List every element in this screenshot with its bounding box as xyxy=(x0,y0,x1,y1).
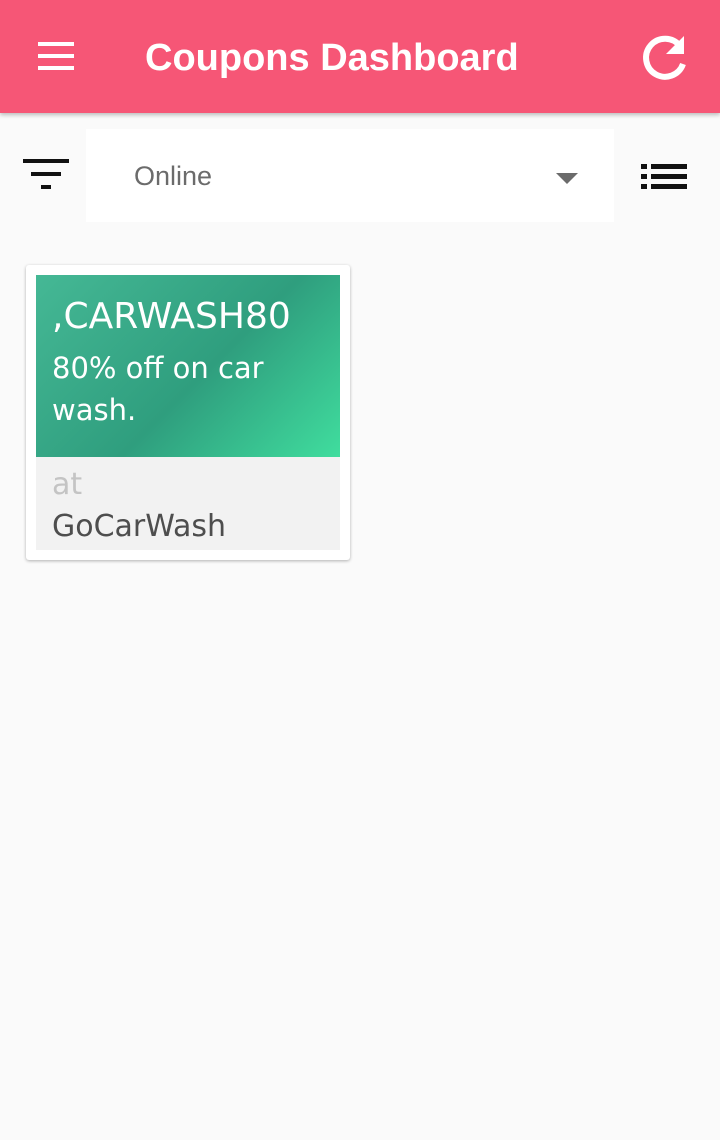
coupon-code: ,CARWASH80 xyxy=(52,296,291,337)
chevron-down-icon xyxy=(556,173,578,184)
page-title: Coupons Dashboard xyxy=(145,37,519,79)
hamburger-menu-icon xyxy=(38,42,74,70)
coupon-header: ,CARWASH80 80% off on car wash. xyxy=(36,275,340,457)
coupon-at-label: at xyxy=(52,467,83,502)
list-view-button[interactable] xyxy=(636,157,692,197)
category-dropdown[interactable]: Online xyxy=(86,129,614,222)
coupon-footer: at GoCarWash xyxy=(36,457,340,550)
menu-button[interactable] xyxy=(30,34,82,78)
filter-button[interactable] xyxy=(18,155,74,199)
dropdown-selected-value: Online xyxy=(134,161,213,191)
refresh-button[interactable] xyxy=(636,30,692,86)
filter-toolbar: Online xyxy=(0,113,720,243)
coupon-card[interactable]: ,CARWASH80 80% off on car wash. at GoCar… xyxy=(26,265,350,560)
coupon-store-name: GoCarWash xyxy=(52,509,227,544)
list-view-icon xyxy=(641,164,687,189)
refresh-icon xyxy=(643,35,686,80)
app-bar: Coupons Dashboard xyxy=(0,0,720,113)
coupon-description: 80% off on car wash. xyxy=(52,351,264,427)
filter-icon xyxy=(23,159,69,189)
